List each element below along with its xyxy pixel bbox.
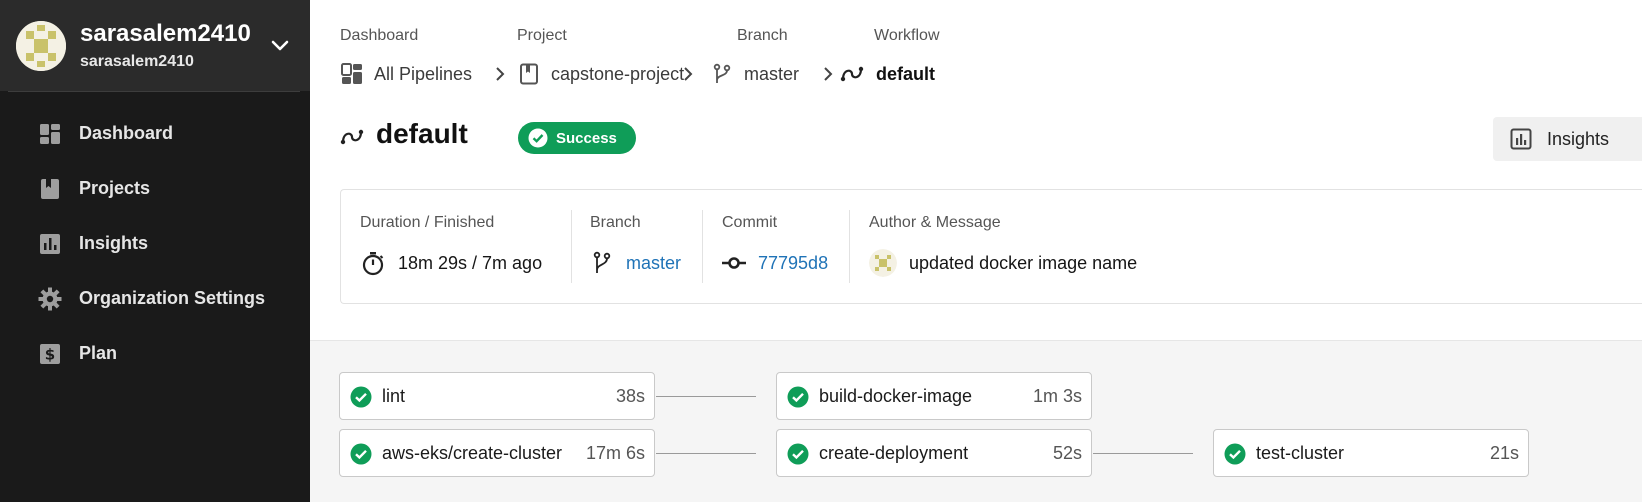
book-icon (41, 179, 59, 199)
branch-value-row: master (590, 249, 681, 277)
sidebar: sarasalem2410 sarasalem2410 Dashboard Pr… (0, 0, 310, 502)
job-connector (656, 453, 756, 454)
sidebar-item-dashboard[interactable]: Dashboard (0, 110, 310, 156)
sidebar-item-label: Organization Settings (79, 288, 266, 308)
dollar-icon: $ (40, 344, 60, 364)
job-test-cluster[interactable]: test-cluster 21s (1213, 429, 1529, 477)
sidebar-item-projects[interactable]: Projects (0, 165, 310, 211)
dashboard-icon (40, 124, 60, 144)
check-circle-icon (787, 443, 809, 465)
job-duration: 1m 3s (1032, 386, 1082, 406)
pipeline-graph: lint 38s aws-eks/create-cluster 17m 6s b… (310, 340, 1642, 502)
divider (849, 210, 850, 283)
sidebar-item-label: Projects (79, 178, 151, 198)
duration-value: 18m 29s / 7m ago (398, 252, 543, 273)
status-label: Success (556, 129, 617, 147)
check-circle-icon (787, 386, 809, 408)
duration-value-row: 18m 29s / 7m ago (360, 249, 542, 277)
check-circle-icon (350, 386, 372, 408)
workflow-icon (840, 66, 864, 82)
author-value-row: updated docker image name (869, 249, 1137, 277)
divider (8, 91, 300, 92)
dashboard-icon (341, 63, 362, 84)
branch-label: Branch (590, 214, 641, 231)
job-lint[interactable]: lint 38s (339, 372, 655, 420)
breadcrumb-label-workflow: Workflow (874, 27, 940, 44)
sidebar-item-organization-settings[interactable]: Organization Settings (0, 275, 310, 321)
git-branch-icon (593, 251, 611, 273)
author-label: Author & Message (869, 214, 1001, 231)
breadcrumb-project[interactable]: capstone-project (517, 60, 684, 88)
chevron-right-icon (684, 67, 693, 81)
breadcrumb-label-branch: Branch (737, 27, 788, 44)
job-connector (656, 396, 756, 397)
breadcrumb-branch[interactable]: master (710, 60, 799, 88)
job-duration: 21s (1489, 443, 1519, 463)
job-duration: 38s (615, 386, 645, 406)
job-name: lint (382, 386, 406, 406)
bar-chart-icon (1510, 128, 1532, 150)
breadcrumb-value: All Pipelines (374, 63, 473, 84)
svg-text:$: $ (45, 346, 55, 364)
job-aws-eks-create-cluster[interactable]: aws-eks/create-cluster 17m 6s (339, 429, 655, 477)
breadcrumb-value: master (744, 63, 800, 84)
duration-label: Duration / Finished (360, 214, 495, 231)
job-name: aws-eks/create-cluster (382, 443, 563, 463)
check-circle-icon (1224, 443, 1246, 465)
commit-label: Commit (722, 214, 778, 231)
author-avatar (869, 249, 897, 277)
workflow-icon (340, 129, 364, 145)
org-username: sarasalem2410 (80, 53, 194, 70)
job-duration: 52s (1052, 443, 1082, 463)
branch-link[interactable]: master (626, 253, 681, 274)
divider (702, 210, 703, 283)
page-title: default (376, 118, 468, 149)
insights-label: Insights (1547, 128, 1610, 149)
workflow-summary: Duration / Finished 18m 29s / 7m ago Bra… (340, 189, 1642, 304)
main-content: Dashboard Project Branch Workflow All Pi… (310, 0, 1642, 502)
job-create-deployment[interactable]: create-deployment 52s (776, 429, 1092, 477)
sidebar-item-insights[interactable]: Insights (0, 220, 310, 266)
stopwatch-icon (362, 252, 384, 276)
breadcrumb-value: capstone-project (551, 63, 685, 84)
chevron-right-icon (496, 67, 505, 81)
status-badge: Success (518, 122, 636, 154)
job-name: test-cluster (1256, 443, 1345, 463)
sidebar-item-label: Insights (79, 233, 149, 253)
git-branch-icon (713, 63, 731, 83)
breadcrumb-workflow[interactable]: default (840, 60, 935, 88)
breadcrumb-label-dashboard: Dashboard (340, 27, 419, 44)
check-circle-icon (350, 443, 372, 465)
breadcrumb-all-pipelines[interactable]: All Pipelines (340, 60, 472, 88)
chevron-down-icon[interactable] (268, 33, 292, 57)
org-name: sarasalem2410 (80, 20, 251, 47)
insights-button[interactable]: Insights (1493, 117, 1642, 161)
gear-icon (38, 287, 62, 311)
org-avatar (16, 21, 66, 71)
book-icon (520, 63, 538, 85)
job-name: build-docker-image (819, 386, 973, 406)
job-connector (1093, 453, 1193, 454)
divider (571, 210, 572, 283)
check-circle-icon (528, 128, 548, 148)
git-commit-icon (722, 257, 746, 269)
sidebar-item-label: Dashboard (79, 123, 174, 143)
sidebar-item-label: Plan (79, 343, 118, 363)
breadcrumb-label-project: Project (517, 27, 567, 44)
breadcrumb-value: default (876, 63, 936, 84)
sidebar-item-plan[interactable]: $ Plan (0, 330, 310, 376)
chevron-right-icon (824, 67, 833, 81)
commit-value-row: 77795d8 (722, 249, 828, 277)
job-build-docker-image[interactable]: build-docker-image 1m 3s (776, 372, 1092, 420)
commit-message: updated docker image name (909, 252, 1138, 273)
job-name: create-deployment (819, 443, 969, 463)
commit-link[interactable]: 77795d8 (758, 253, 828, 274)
org-switcher[interactable]: sarasalem2410 sarasalem2410 (0, 0, 310, 91)
bar-chart-icon (40, 234, 60, 254)
job-duration: 17m 6s (585, 443, 645, 463)
